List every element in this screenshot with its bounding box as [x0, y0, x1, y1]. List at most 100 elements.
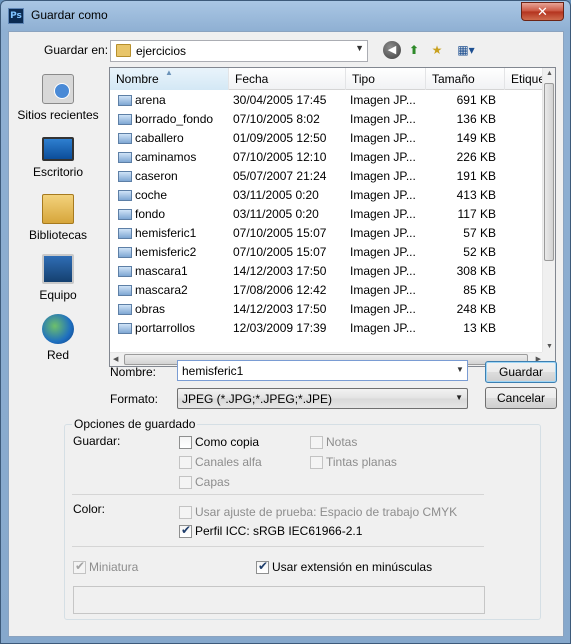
- save-button[interactable]: Guardar: [485, 361, 557, 383]
- checkbox-box: [310, 435, 323, 449]
- column-date[interactable]: Fecha: [229, 68, 346, 90]
- file-type: Imagen JP...: [350, 150, 416, 164]
- save-in-folder: ejercicios: [136, 44, 187, 58]
- title-bar[interactable]: Ps Guardar como ✕: [1, 1, 570, 31]
- jpeg-file-icon: [118, 95, 132, 106]
- file-date: 07/10/2005 12:10: [233, 150, 327, 164]
- views-menu-icon[interactable]: ▦▾: [453, 41, 479, 59]
- file-type: Imagen JP...: [350, 112, 416, 126]
- checkbox-label: Tintas planas: [326, 455, 397, 469]
- file-row[interactable]: caballero 01/09/2005 12:50 Imagen JP... 149…: [110, 129, 544, 148]
- as-copy-checkbox[interactable]: Como copia: [179, 435, 259, 449]
- computer-icon: [42, 254, 74, 284]
- window-title: Guardar como: [31, 8, 108, 22]
- file-row[interactable]: hemisferic2 07/10/2005 15:07 Imagen JP... 5…: [110, 243, 544, 262]
- file-row[interactable]: obras 14/12/2003 17:50 Imagen JP... 248 KB: [110, 300, 544, 319]
- file-size: 85 KB: [463, 283, 496, 297]
- photoshop-app-icon: Ps: [8, 8, 24, 24]
- file-row[interactable]: borrado_fondo 07/10/2005 8:02 Imagen JP...…: [110, 110, 544, 129]
- checkbox-box: ✔: [73, 558, 86, 574]
- layers-checkbox[interactable]: Capas: [179, 475, 230, 489]
- column-name[interactable]: ▲ Nombre: [110, 68, 229, 90]
- file-name: mascara1: [135, 264, 188, 278]
- checkbox-label: Notas: [326, 435, 358, 449]
- vertical-scrollbar[interactable]: ▲ ▼: [542, 68, 555, 352]
- file-row[interactable]: fondo 03/11/2005 0:20 Imagen JP... 117 KB: [110, 205, 544, 224]
- file-name: arena: [135, 93, 166, 107]
- checkbox-label: Capas: [195, 475, 230, 489]
- file-row[interactable]: mascara2 17/08/2006 12:42 Imagen JP... 85 K…: [110, 281, 544, 300]
- spot-colors-checkbox[interactable]: Tintas planas: [310, 455, 397, 469]
- checkbox-label: Usar ajuste de prueba: Espacio de trabaj…: [195, 505, 458, 519]
- up-folder-icon[interactable]: ⬆: [405, 41, 423, 59]
- scroll-left-icon[interactable]: ◀: [113, 355, 118, 363]
- close-button[interactable]: ✕: [521, 2, 564, 21]
- back-icon[interactable]: ◀: [383, 41, 401, 59]
- cancel-button[interactable]: Cancelar: [485, 387, 557, 409]
- place-network[interactable]: Red: [13, 314, 103, 362]
- place-recent[interactable]: Sitios recientes: [13, 74, 103, 122]
- save-in-dropdown[interactable]: ejercicios ▼: [110, 40, 368, 62]
- place-label: Red: [46, 348, 69, 362]
- checkbox-label: Como copia: [195, 435, 260, 449]
- jpeg-file-icon: [118, 133, 132, 144]
- file-date: 14/12/2003 17:50: [233, 264, 327, 278]
- scroll-thumb[interactable]: [544, 83, 554, 261]
- column-size[interactable]: Tamaño: [426, 68, 505, 90]
- lowercase-extension-checkbox[interactable]: ✔ Usar extensión en minúsculas: [256, 559, 432, 574]
- file-row[interactable]: coche 03/11/2005 0:20 Imagen JP... 413 KB: [110, 186, 544, 205]
- checkmark-icon: ✔: [75, 558, 86, 573]
- file-size: 13 KB: [463, 321, 496, 335]
- checkbox-box: [179, 455, 192, 469]
- place-desktop[interactable]: Escritorio: [13, 134, 103, 179]
- file-name: mascara2: [135, 283, 188, 297]
- thumbnail-checkbox[interactable]: ✔ Miniatura: [73, 558, 138, 574]
- file-type: Imagen JP...: [350, 302, 416, 316]
- dialog-body: Guardar en: ejercicios ▼ ◀ ⬆ ★ ▦▾ Sitios…: [8, 31, 564, 637]
- file-row[interactable]: portarrollos 12/03/2009 17:39 Imagen JP...…: [110, 319, 544, 338]
- file-list[interactable]: ▲ Nombre Fecha Tipo Tamaño Etique arena 30…: [109, 67, 556, 367]
- place-label: Escritorio: [32, 165, 83, 179]
- file-type: Imagen JP...: [350, 131, 416, 145]
- save-options-title: Opciones de guardado: [72, 417, 198, 431]
- format-select[interactable]: JPEG (*.JPG;*.JPEG;*.JPE) ▼: [177, 388, 468, 409]
- scroll-down-icon[interactable]: ▼: [546, 343, 553, 350]
- proof-setup-checkbox[interactable]: Usar ajuste de prueba: Espacio de trabaj…: [179, 505, 457, 519]
- alpha-channels-checkbox[interactable]: Canales alfa: [179, 455, 262, 469]
- file-size: 691 KB: [456, 93, 496, 107]
- divider: [72, 546, 484, 547]
- file-name: hemisferic1: [135, 226, 197, 240]
- file-row[interactable]: caseron 05/07/2007 21:24 Imagen JP... 191 K…: [110, 167, 544, 186]
- new-folder-icon[interactable]: ★: [428, 41, 446, 59]
- jpeg-file-icon: [118, 114, 132, 125]
- file-size: 226 KB: [456, 150, 496, 164]
- file-name-input[interactable]: [177, 360, 468, 381]
- file-date: 07/10/2005 15:07: [233, 226, 327, 240]
- file-row[interactable]: mascara1 14/12/2003 17:50 Imagen JP... 308 …: [110, 262, 544, 281]
- chevron-down-icon[interactable]: ▼: [456, 365, 464, 374]
- file-type: Imagen JP...: [350, 264, 416, 278]
- file-row[interactable]: arena 30/04/2005 17:45 Imagen JP... 691 KB: [110, 91, 544, 110]
- jpeg-file-icon: [118, 171, 132, 182]
- scroll-up-icon[interactable]: ▲: [546, 70, 553, 77]
- notes-checkbox[interactable]: Notas: [310, 435, 357, 449]
- column-type[interactable]: Tipo: [346, 68, 426, 90]
- file-rows: arena 30/04/2005 17:45 Imagen JP... 691 KB b…: [110, 91, 544, 338]
- folder-icon: [116, 44, 131, 57]
- place-libraries[interactable]: Bibliotecas: [13, 194, 103, 242]
- checkbox-box: [310, 455, 323, 469]
- desktop-icon: [42, 137, 74, 161]
- icc-profile-checkbox[interactable]: ✔ Perfil ICC: sRGB IEC61966-2.1: [179, 523, 362, 538]
- place-computer[interactable]: Equipo: [13, 254, 103, 302]
- checkbox-box: ✔: [256, 559, 269, 574]
- file-row[interactable]: caminamos 07/10/2005 12:10 Imagen JP... 226…: [110, 148, 544, 167]
- file-type: Imagen JP...: [350, 169, 416, 183]
- jpeg-file-icon: [118, 285, 132, 296]
- file-type: Imagen JP...: [350, 226, 416, 240]
- file-date: 30/04/2005 17:45: [233, 93, 327, 107]
- jpeg-file-icon: [118, 209, 132, 220]
- format-value: JPEG (*.JPG;*.JPEG;*.JPE): [182, 392, 333, 406]
- checkbox-box: [179, 505, 192, 519]
- column-label: Nombre: [116, 72, 159, 86]
- file-row[interactable]: hemisferic1 07/10/2005 15:07 Imagen JP... 5…: [110, 224, 544, 243]
